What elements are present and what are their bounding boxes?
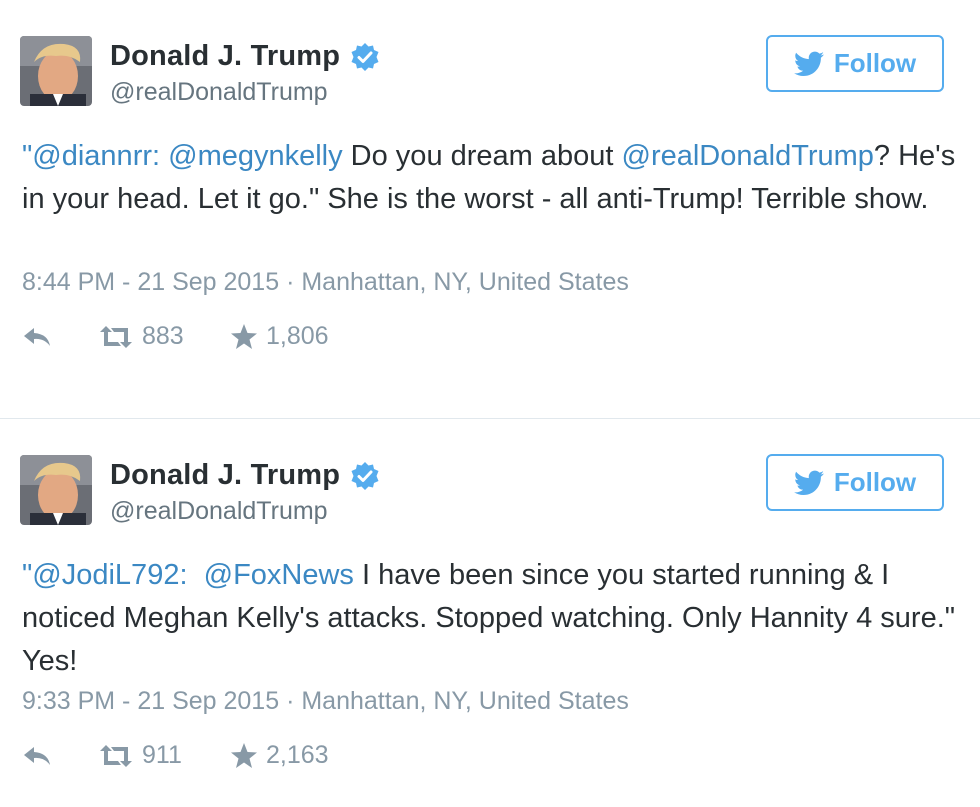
tweet-text: "@diannrr: @megynkelly Do you dream abou… [22,135,967,221]
author-name[interactable]: Donald J. Trump [110,459,340,492]
author-row: Donald J. Trump [110,459,380,492]
tweet-actions: 911 2,163 [22,741,329,770]
tweet-text: "@JodiL792: @FoxNews I have been since y… [22,554,967,683]
mention-link[interactable]: "@JodiL792: [22,559,188,591]
tweet-card: Donald J. Trump @realDonaldTrump Follow … [0,418,980,807]
mention-link[interactable]: "@diannrr: [22,140,160,172]
favorite-button[interactable]: 2,163 [230,741,329,770]
mention-link[interactable]: @megynkelly [168,140,343,172]
text-segment: Do you dream about [342,140,622,172]
favorite-button[interactable]: 1,806 [230,322,329,351]
tweet-meta[interactable]: 8:44 PM - 21 Sep 2015 · Manhattan, NY, U… [22,268,629,297]
retweet-count: 883 [142,322,184,350]
verified-badge-icon [350,42,380,72]
retweet-button[interactable]: 883 [98,322,230,351]
reply-icon [24,746,50,765]
retweet-icon [100,325,132,348]
twitter-bird-icon [793,470,824,495]
retweet-icon [100,744,132,767]
author-name[interactable]: Donald J. Trump [110,40,340,73]
reply-button[interactable] [22,326,98,348]
verified-badge-icon [350,461,380,491]
favorite-count: 1,806 [266,322,329,350]
avatar[interactable] [20,455,92,525]
tweet-card: Donald J. Trump @realDonaldTrump Follow … [0,0,980,388]
star-icon [231,323,257,349]
follow-button[interactable]: Follow [766,454,944,511]
author-row: Donald J. Trump [110,40,380,73]
retweet-count: 911 [142,741,182,769]
follow-label: Follow [833,48,917,78]
author-handle[interactable]: @realDonaldTrump [110,497,328,526]
retweet-button[interactable]: 911 [98,741,230,770]
text-segment [160,140,168,172]
star-icon [231,742,257,768]
tweet-meta[interactable]: 9:33 PM - 21 Sep 2015 · Manhattan, NY, U… [22,687,629,716]
follow-button[interactable]: Follow [766,35,944,92]
mention-link[interactable]: @realDonaldTrump [622,140,874,172]
reply-button[interactable] [22,745,98,767]
tweet-actions: 883 1,806 [22,322,329,351]
avatar[interactable] [20,36,92,106]
twitter-bird-icon [793,51,824,76]
reply-icon [24,327,50,346]
author-handle[interactable]: @realDonaldTrump [110,78,328,107]
mention-link[interactable]: @FoxNews [204,559,354,591]
favorite-count: 2,163 [266,741,329,769]
text-segment [188,559,204,591]
follow-label: Follow [833,467,917,497]
